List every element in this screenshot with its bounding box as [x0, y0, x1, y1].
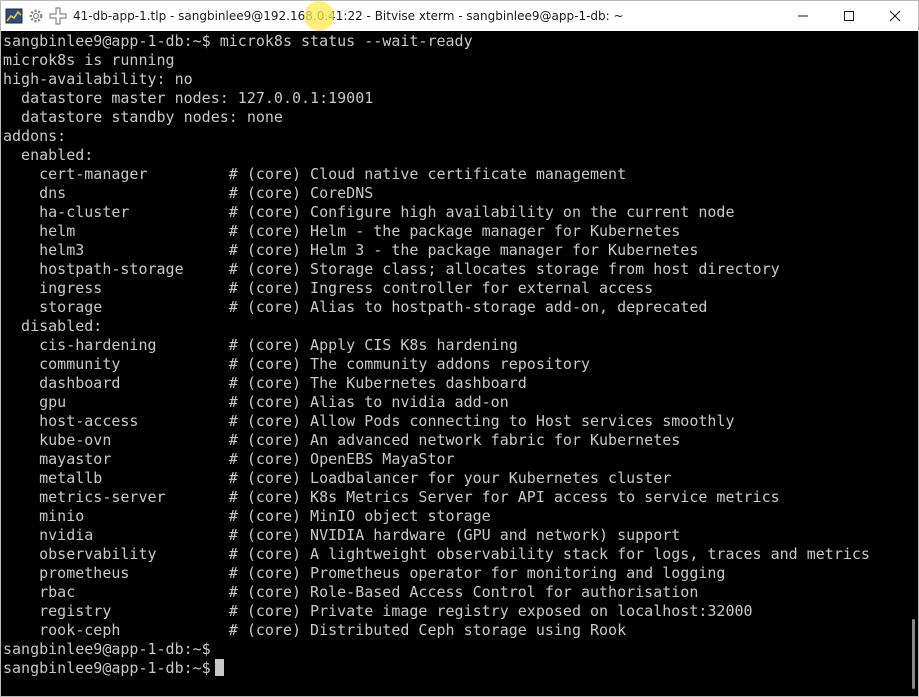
- terminal-line: ingress # (core) Ingress controller for …: [3, 279, 654, 297]
- title-bar[interactable]: 41-db-app-1.tlp - sangbinlee9@192.168.0.…: [1, 1, 918, 31]
- scrollbar-thumb[interactable]: [912, 619, 915, 689]
- terminal-line: helm3 # (core) Helm 3 - the package mana…: [3, 241, 699, 259]
- terminal-line: mayastor # (core) OpenEBS MayaStor: [3, 450, 455, 468]
- terminal-line: community # (core) The community addons …: [3, 355, 590, 373]
- terminal-line: cis-hardening # (core) Apply CIS K8s har…: [3, 336, 518, 354]
- terminal-line: dashboard # (core) The Kubernetes dashbo…: [3, 374, 527, 392]
- app-chart-icon[interactable]: [5, 7, 23, 25]
- terminal-line: ha-cluster # (core) Configure high avail…: [3, 203, 735, 221]
- text-cursor: [214, 659, 224, 676]
- terminal-line: microk8s is running: [3, 51, 175, 69]
- terminal-line: datastore master nodes: 127.0.0.1:19001: [3, 89, 374, 107]
- terminal-line: dns # (core) CoreDNS: [3, 184, 374, 202]
- terminal-line: minio # (core) MinIO object storage: [3, 507, 491, 525]
- vertical-scrollbar[interactable]: [906, 31, 918, 696]
- terminal-line: nvidia # (core) NVIDIA hardware (GPU and…: [3, 526, 681, 544]
- terminal-line: rbac # (core) Role-Based Access Control …: [3, 583, 699, 601]
- terminal-line: kube-ovn # (core) An advanced network fa…: [3, 431, 681, 449]
- terminal-line: cert-manager # (core) Cloud native certi…: [3, 165, 627, 183]
- terminal-line: sangbinlee9@app-1-db:~$: [3, 640, 211, 658]
- terminal-line: enabled:: [3, 146, 94, 164]
- terminal-line: host-access # (core) Allow Pods connecti…: [3, 412, 735, 430]
- terminal-line: prometheus # (core) Prometheus operator …: [3, 564, 726, 582]
- minimize-icon: [798, 15, 808, 17]
- terminal-line: disabled:: [3, 317, 103, 335]
- terminal-line: observability # (core) A lightweight obs…: [3, 545, 870, 563]
- maximize-button[interactable]: [826, 1, 872, 31]
- window-title: 41-db-app-1.tlp - sangbinlee9@192.168.0.…: [73, 9, 624, 23]
- gear-icon[interactable]: [27, 7, 45, 25]
- terminal-line: datastore standby nodes: none: [3, 108, 283, 126]
- terminal-line: gpu # (core) Alias to nvidia add-on: [3, 393, 509, 411]
- maximize-icon: [844, 11, 854, 21]
- terminal-prompt-line[interactable]: sangbinlee9@app-1-db:~$: [3, 659, 906, 678]
- terminal-line: metrics-server # (core) K8s Metrics Serv…: [3, 488, 780, 506]
- terminal-window: 41-db-app-1.tlp - sangbinlee9@192.168.0.…: [0, 0, 919, 697]
- terminal-output[interactable]: sangbinlee9@app-1-db:~$ microk8s status …: [1, 31, 906, 696]
- terminal-line: rook-ceph # (core) Distributed Ceph stor…: [3, 621, 627, 639]
- terminal-line: sangbinlee9@app-1-db:~$ microk8s status …: [3, 32, 473, 50]
- terminal-line: high-availability: no: [3, 70, 193, 88]
- terminal-prompt: sangbinlee9@app-1-db:~$: [3, 659, 211, 677]
- close-button[interactable]: [872, 1, 918, 31]
- close-icon: [889, 10, 901, 22]
- terminal-line: metallb # (core) Loadbalancer for your K…: [3, 469, 672, 487]
- terminal-line: registry # (core) Private image registry…: [3, 602, 753, 620]
- minimize-button[interactable]: [780, 1, 826, 31]
- terminal-line: hostpath-storage # (core) Storage class;…: [3, 260, 780, 278]
- terminal-line: storage # (core) Alias to hostpath-stora…: [3, 298, 708, 316]
- window-controls: [780, 1, 918, 31]
- move-cross-icon[interactable]: [49, 7, 67, 25]
- terminal-line: addons:: [3, 127, 67, 145]
- click-highlight-marker: [304, 1, 334, 31]
- terminal-line: helm # (core) Helm - the package manager…: [3, 222, 681, 240]
